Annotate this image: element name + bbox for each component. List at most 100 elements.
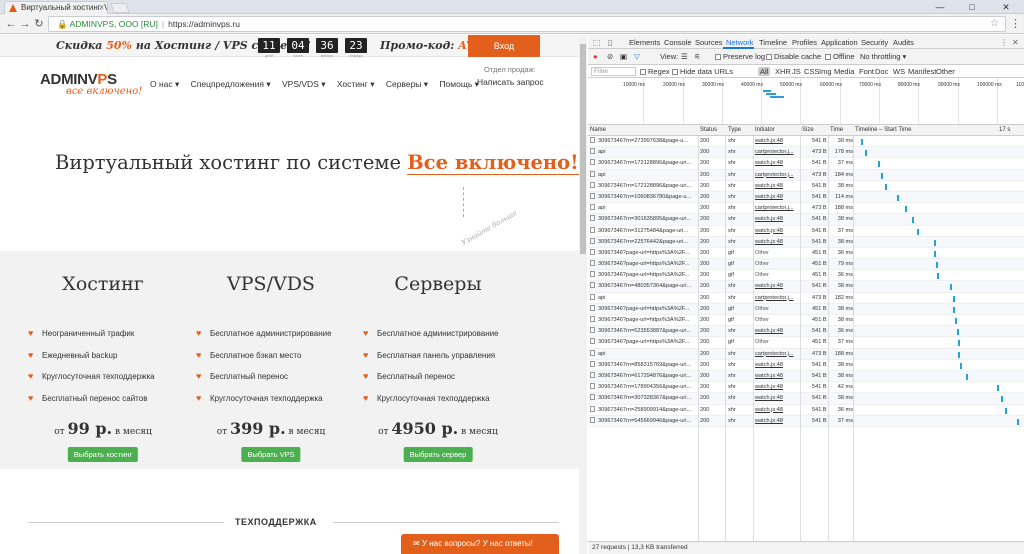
- request-row[interactable]: 309673467rn=301635895&page-uri... 200 xhr w…: [588, 214, 1024, 226]
- request-row[interactable]: api 200 xhr cartprotector.j... 473 B 184 ms: [588, 169, 1024, 181]
- request-name[interactable]: 309673467rn=480357364&page-uri...: [590, 281, 697, 291]
- devtools-tab-console[interactable]: Console: [664, 38, 692, 47]
- request-row[interactable]: 309673467rn=480357364&page-uri... 200 xhr w…: [588, 281, 1024, 293]
- request-name[interactable]: 309673467rn=617294876&page-uri...: [590, 371, 697, 381]
- request-row[interactable]: api 200 xhr cartprotector.j... 473 B 182 ms: [588, 293, 1024, 304]
- filter-icon[interactable]: ▽: [634, 52, 640, 61]
- request-name[interactable]: 309673467rn=31275484&page-uri...: [590, 226, 697, 236]
- devtools-tab-profiles[interactable]: Profiles: [792, 38, 817, 47]
- minimize-button[interactable]: —: [928, 0, 952, 14]
- address-bar[interactable]: 🔒 ADMINVPS, ООО [RU] | https://adminvps.ru …: [48, 16, 1006, 32]
- inspect-element-icon[interactable]: ⬚: [593, 38, 601, 47]
- close-window-button[interactable]: ✕: [994, 0, 1018, 14]
- preserve-log-checkbox[interactable]: Preserve log: [715, 52, 765, 61]
- clear-icon[interactable]: ⊘: [607, 52, 613, 61]
- devtools-tab-application[interactable]: Application: [821, 38, 858, 47]
- disable-cache-checkbox[interactable]: Disable cache: [766, 52, 821, 61]
- request-row[interactable]: 30967346?page-url=https%3A%2F... 200 gif Ot…: [588, 303, 1024, 315]
- large-rows-icon[interactable]: ☰: [681, 52, 688, 61]
- request-initiator[interactable]: watch.js:48: [755, 405, 800, 415]
- devtools-menu-icon[interactable]: ⋮: [1000, 38, 1008, 47]
- request-initiator[interactable]: watch.js:48: [755, 382, 800, 392]
- devtools-tab-network[interactable]: Network: [726, 38, 754, 47]
- request-row[interactable]: 30967346?page-url=https%3A%2F... 200 gif Ot…: [588, 270, 1024, 282]
- request-row[interactable]: api 200 xhr cartprotector.j... 473 B 178 ms: [588, 147, 1024, 159]
- request-name[interactable]: 309673467rn=301635895&page-uri...: [590, 214, 697, 224]
- forward-button[interactable]: →: [18, 17, 32, 31]
- request-name[interactable]: 309673467rn=172128896&page-uri...: [590, 158, 697, 168]
- request-row[interactable]: api 200 xhr cartprotector.j... 473 B 188 ms: [588, 348, 1024, 360]
- request-row[interactable]: 30967346?page-url=https%3A%2F... 200 gif Ot…: [588, 337, 1024, 349]
- request-name[interactable]: 309673467rn=545669946&page-uri...: [590, 416, 697, 426]
- request-row[interactable]: 309673467rn=172128896&page-uri... 200 xhr w…: [588, 181, 1024, 192]
- offline-checkbox[interactable]: Offline: [825, 52, 855, 61]
- back-button[interactable]: ←: [4, 17, 18, 31]
- hide-data-urls-checkbox[interactable]: Hide data URLs: [672, 67, 733, 76]
- devtools-tab-sources[interactable]: Sources: [695, 38, 723, 47]
- request-initiator[interactable]: cartprotector.j...: [755, 293, 800, 303]
- column-header-status[interactable]: Status: [700, 127, 717, 133]
- request-initiator[interactable]: cartprotector.j...: [755, 203, 800, 213]
- nav-about[interactable]: О нас ▾: [150, 79, 179, 89]
- column-header-type[interactable]: Type: [728, 127, 741, 133]
- request-name[interactable]: 309673467rn=858315769&page-uri...: [590, 360, 697, 370]
- throttling-select[interactable]: No throttling ▾: [860, 52, 906, 61]
- record-icon[interactable]: ●: [593, 52, 598, 61]
- bookmark-star-icon[interactable]: ☆: [990, 17, 999, 31]
- request-name[interactable]: api: [590, 293, 697, 303]
- request-name[interactable]: 30967346?page-url=https%3A%2F...: [590, 270, 697, 280]
- request-initiator[interactable]: watch.js:48: [755, 214, 800, 224]
- devtools-tab-audits[interactable]: Audits: [893, 38, 914, 47]
- login-button[interactable]: Вход: [468, 35, 540, 57]
- type-filter-xhr[interactable]: XHR: [775, 67, 791, 76]
- nav-help[interactable]: Помощь ▾: [439, 79, 478, 89]
- request-initiator[interactable]: watch.js:48: [755, 237, 800, 247]
- request-initiator[interactable]: watch.js:48: [755, 416, 800, 426]
- request-row[interactable]: 309673467rn=617294876&page-uri... 200 xhr w…: [588, 370, 1024, 383]
- request-name[interactable]: 309673467rn=273997638&page-u...: [590, 136, 697, 146]
- request-initiator[interactable]: watch.js:48: [755, 326, 800, 336]
- type-filter-all[interactable]: All: [758, 67, 771, 76]
- request-name[interactable]: 30967346?page-url=https%3A%2F...: [590, 315, 697, 325]
- request-row[interactable]: 309673467rn=172128896&page-uri... 200 xhr w…: [588, 158, 1024, 170]
- request-name[interactable]: 30967346?page-url=https%3A%2F...: [590, 248, 697, 258]
- filter-input[interactable]: Filter: [591, 67, 636, 76]
- request-row[interactable]: 309673467rn=307328367&page-uri... 200 xhr w…: [588, 393, 1024, 405]
- nav-special-offers[interactable]: Спецпредложения ▾: [191, 79, 271, 89]
- choose-plan-button[interactable]: Выбрать сервер: [403, 447, 473, 462]
- chat-widget-button[interactable]: ✉ У нас вопросы? У нас ответы!: [401, 534, 559, 554]
- nav-vps[interactable]: VPS/VDS ▾: [282, 79, 325, 89]
- column-header-time[interactable]: Time: [830, 127, 843, 133]
- regex-checkbox[interactable]: Regex: [640, 67, 670, 76]
- request-row[interactable]: 30967346?page-url=https%3A%2F... 200 gif Ot…: [588, 315, 1024, 327]
- network-overview[interactable]: 10000 ms 20000 ms 30000 ms 40000 ms 50000 ms…: [588, 78, 1024, 126]
- write-request-link[interactable]: Написать запрос: [477, 77, 544, 87]
- type-filter-css[interactable]: CSS: [804, 67, 819, 76]
- tab-close-icon[interactable]: ×: [99, 2, 104, 14]
- request-name[interactable]: 309673467rn=172128896&page-uri...: [590, 181, 697, 191]
- request-row[interactable]: 309673467rn=545669946&page-uri... 200 xhr w…: [588, 415, 1024, 427]
- request-name[interactable]: 309673467rn=523553887&page-uri...: [590, 326, 697, 336]
- column-header-timeline[interactable]: Timeline – Start Time: [855, 127, 911, 133]
- request-initiator[interactable]: watch.js:48: [755, 393, 800, 403]
- type-filter-font[interactable]: Font: [859, 67, 874, 76]
- capture-screenshots-icon[interactable]: ▣: [620, 52, 627, 61]
- request-name[interactable]: 309673467rn=178904356&page-uri...: [590, 382, 697, 392]
- type-filter-doc[interactable]: Doc: [875, 67, 888, 76]
- request-row[interactable]: 309673467rn=31275484&page-uri... 200 xhr wa…: [588, 226, 1024, 237]
- request-row[interactable]: 30967346?page-url=https%3A%2F... 200 gif Ot…: [588, 259, 1024, 271]
- request-name[interactable]: 30967346?page-url=https%3A%2F...: [590, 259, 697, 269]
- type-filter-ws[interactable]: WS: [893, 67, 905, 76]
- request-initiator[interactable]: cartprotector.j...: [755, 349, 800, 359]
- request-row[interactable]: 309673467rn=523553887&page-uri... 200 xhr w…: [588, 326, 1024, 338]
- request-name[interactable]: 309673467rn=22576442&page-uri...: [590, 237, 697, 247]
- request-initiator[interactable]: watch.js:48: [755, 281, 800, 291]
- nav-hosting[interactable]: Хостинг ▾: [337, 79, 375, 89]
- request-name[interactable]: 30967346?page-url=https%3A%2F...: [590, 304, 697, 314]
- request-initiator[interactable]: watch.js:48: [755, 226, 800, 236]
- request-initiator[interactable]: cartprotector.j...: [755, 147, 800, 157]
- column-header-name[interactable]: Name: [590, 127, 606, 133]
- request-initiator[interactable]: watch.js:48: [755, 181, 800, 191]
- request-initiator[interactable]: watch.js:48: [755, 158, 800, 168]
- request-name[interactable]: api: [590, 170, 697, 180]
